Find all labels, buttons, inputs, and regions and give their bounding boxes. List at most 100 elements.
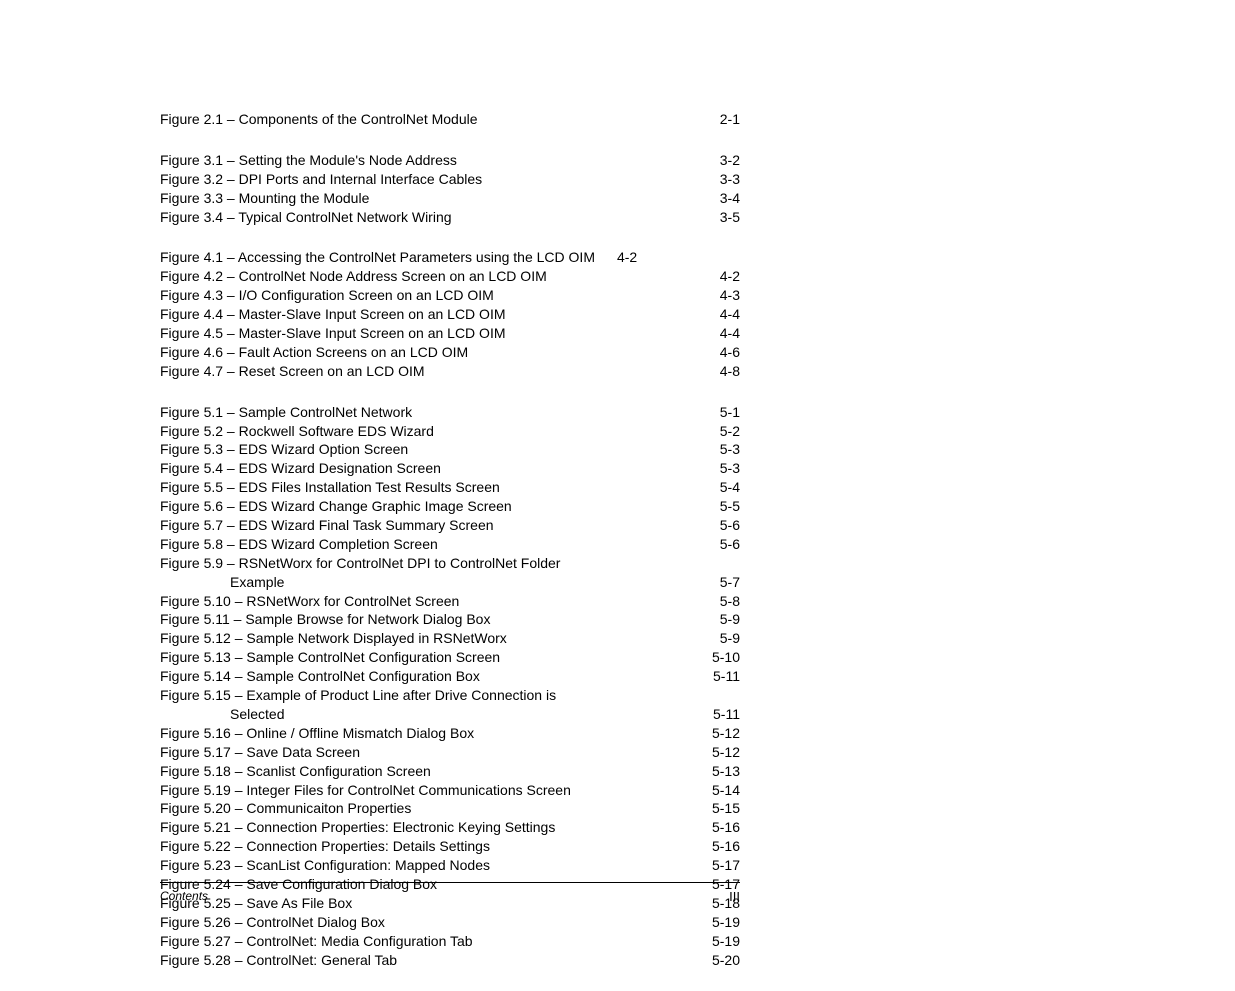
figure-label: Example <box>230 573 284 592</box>
figure-page: 5-10 <box>712 648 740 667</box>
figures-section: Figure 2.1 – Components of the ControlNe… <box>160 110 740 129</box>
figure-entry: Figure 4.2 – ControlNet Node Address Scr… <box>160 267 740 286</box>
figure-entry: Figure 5.13 – Sample ControlNet Configur… <box>160 648 740 667</box>
figures-section: Figure 3.1 – Setting the Module's Node A… <box>160 151 740 227</box>
figure-entry: Figure 5.4 – EDS Wizard Designation Scre… <box>160 459 740 478</box>
figure-entry: Figure 4.7 – Reset Screen on an LCD OIM … <box>160 362 740 381</box>
figure-page: 5-5 <box>720 497 740 516</box>
figure-page: 4-3 <box>720 286 740 305</box>
figure-label: Figure 4.7 – Reset Screen on an LCD OIM <box>160 362 425 381</box>
figure-label: Figure 5.17 – Save Data Screen <box>160 743 360 762</box>
figure-label: Figure 5.27 – ControlNet: Media Configur… <box>160 932 473 951</box>
figure-label: Figure 5.7 – EDS Wizard Final Task Summa… <box>160 516 494 535</box>
figure-label: Figure 3.2 – DPI Ports and Internal Inte… <box>160 170 482 189</box>
figure-page: 5-1 <box>720 403 740 422</box>
figure-entry: Figure 5.21 – Connection Properties: Ele… <box>160 818 740 837</box>
figure-page: 5-9 <box>720 610 740 629</box>
figure-page: 3-5 <box>720 208 740 227</box>
figure-page: 5-12 <box>712 724 740 743</box>
figure-label: Figure 5.11 – Sample Browse for Network … <box>160 610 490 629</box>
figure-page: 5-8 <box>720 592 740 611</box>
figure-label: Figure 5.2 – Rockwell Software EDS Wizar… <box>160 422 434 441</box>
figure-page: 5-11 <box>713 667 740 686</box>
figure-page: 5-6 <box>720 516 740 535</box>
figure-label: Figure 5.14 – Sample ControlNet Configur… <box>160 667 480 686</box>
figure-entry: Figure 5.5 – EDS Files Installation Test… <box>160 478 740 497</box>
figure-page: 4-4 <box>720 305 740 324</box>
figure-page: 5-9 <box>720 629 740 648</box>
figure-label: Figure 5.20 – Communicaiton Properties <box>160 799 411 818</box>
figure-page: 5-6 <box>720 535 740 554</box>
figure-page: 5-17 <box>712 856 740 875</box>
figure-label: Figure 5.13 – Sample ControlNet Configur… <box>160 648 500 667</box>
figure-entry: Figure 3.4 – Typical ControlNet Network … <box>160 208 740 227</box>
figure-entry: Figure 5.2 – Rockwell Software EDS Wizar… <box>160 422 740 441</box>
figure-page: 5-13 <box>712 762 740 781</box>
figures-section: Figure 4.1 – Accessing the ControlNet Pa… <box>160 248 740 380</box>
figure-entry: Selected 5-11 <box>160 705 740 724</box>
figure-label: Figure 5.4 – EDS Wizard Designation Scre… <box>160 459 441 478</box>
figure-page: 5-11 <box>713 705 740 724</box>
figure-page: 4-2 <box>720 267 740 286</box>
figure-entry: Figure 5.6 – EDS Wizard Change Graphic I… <box>160 497 740 516</box>
figure-page: 5-7 <box>720 573 740 592</box>
figure-entry: Figure 5.10 – RSNetWorx for ControlNet S… <box>160 592 740 611</box>
figure-page: 5-19 <box>712 913 740 932</box>
figure-page: 4-2 <box>617 248 637 267</box>
figure-page: 5-19 <box>712 932 740 951</box>
figure-entry: Figure 5.20 – Communicaiton Properties 5… <box>160 799 740 818</box>
figure-label: Figure 5.3 – EDS Wizard Option Screen <box>160 440 408 459</box>
figure-label: Figure 5.18 – Scanlist Configuration Scr… <box>160 762 431 781</box>
figure-label: Figure 4.3 – I/O Configuration Screen on… <box>160 286 494 305</box>
figure-label: Figure 5.21 – Connection Properties: Ele… <box>160 818 555 837</box>
figure-page: 5-16 <box>712 837 740 856</box>
figure-label: Figure 5.12 – Sample Network Displayed i… <box>160 629 507 648</box>
figure-label: Figure 5.22 – Connection Properties: Det… <box>160 837 490 856</box>
figure-entry: Figure 4.3 – I/O Configuration Screen on… <box>160 286 740 305</box>
figure-page: 3-2 <box>720 151 740 170</box>
figure-page: 4-8 <box>720 362 740 381</box>
figure-label: Figure 3.4 – Typical ControlNet Network … <box>160 208 452 227</box>
figure-entry: Figure 5.17 – Save Data Screen 5-12 <box>160 743 740 762</box>
figure-label: Figure 5.10 – RSNetWorx for ControlNet S… <box>160 592 459 611</box>
figure-label: Figure 5.28 – ControlNet: General Tab <box>160 951 397 970</box>
figure-entry: Figure 3.3 – Mounting the Module 3-4 <box>160 189 740 208</box>
figure-entry: Figure 5.7 – EDS Wizard Final Task Summa… <box>160 516 740 535</box>
figure-page: 3-4 <box>720 189 740 208</box>
figure-label: Selected <box>230 705 284 724</box>
figure-label: Figure 4.1 – Accessing the ControlNet Pa… <box>160 248 595 267</box>
figure-page: 5-15 <box>712 799 740 818</box>
figure-page: 5-16 <box>712 818 740 837</box>
figure-entry: Figure 5.18 – Scanlist Configuration Scr… <box>160 762 740 781</box>
figure-entry: Figure 3.1 – Setting the Module's Node A… <box>160 151 740 170</box>
figure-label: Figure 4.2 – ControlNet Node Address Scr… <box>160 267 547 286</box>
figure-entry: Figure 5.16 – Online / Offline Mismatch … <box>160 724 740 743</box>
figure-label: Figure 5.26 – ControlNet Dialog Box <box>160 913 385 932</box>
footer-row: Contents III <box>160 889 740 904</box>
figure-entry: Figure 5.19 – Integer Files for ControlN… <box>160 781 740 800</box>
figure-page: 5-14 <box>712 781 740 800</box>
figure-page: 4-4 <box>720 324 740 343</box>
figure-entry: Figure 5.28 – ControlNet: General Tab 5-… <box>160 951 740 970</box>
figure-entry: Figure 5.1 – Sample ControlNet Network 5… <box>160 403 740 422</box>
figure-entry: Figure 4.5 – Master-Slave Input Screen o… <box>160 324 740 343</box>
figure-label: Figure 5.1 – Sample ControlNet Network <box>160 403 412 422</box>
footer-page-number: III <box>729 889 740 904</box>
figure-entry: Figure 4.1 – Accessing the ControlNet Pa… <box>160 248 740 267</box>
figure-label: Figure 3.1 – Setting the Module's Node A… <box>160 151 457 170</box>
figure-entry: Figure 5.9 – RSNetWorx for ControlNet DP… <box>160 554 740 573</box>
figure-entry: Figure 5.26 – ControlNet Dialog Box 5-19 <box>160 913 740 932</box>
figure-label: Figure 5.16 – Online / Offline Mismatch … <box>160 724 474 743</box>
figure-label: Figure 5.6 – EDS Wizard Change Graphic I… <box>160 497 512 516</box>
figure-page: 5-4 <box>720 478 740 497</box>
figure-entry: Figure 5.22 – Connection Properties: Det… <box>160 837 740 856</box>
figure-label: Figure 5.15 – Example of Product Line af… <box>160 686 556 705</box>
figure-entry: Figure 5.23 – ScanList Configuration: Ma… <box>160 856 740 875</box>
figure-label: Figure 2.1 – Components of the ControlNe… <box>160 110 478 129</box>
figure-label: Figure 5.5 – EDS Files Installation Test… <box>160 478 500 497</box>
figure-label: Figure 3.3 – Mounting the Module <box>160 189 369 208</box>
figure-label: Figure 4.5 – Master-Slave Input Screen o… <box>160 324 506 343</box>
figure-entry: Figure 2.1 – Components of the ControlNe… <box>160 110 740 129</box>
figure-entry: Figure 5.14 – Sample ControlNet Configur… <box>160 667 740 686</box>
figure-entry: Figure 5.3 – EDS Wizard Option Screen 5-… <box>160 440 740 459</box>
